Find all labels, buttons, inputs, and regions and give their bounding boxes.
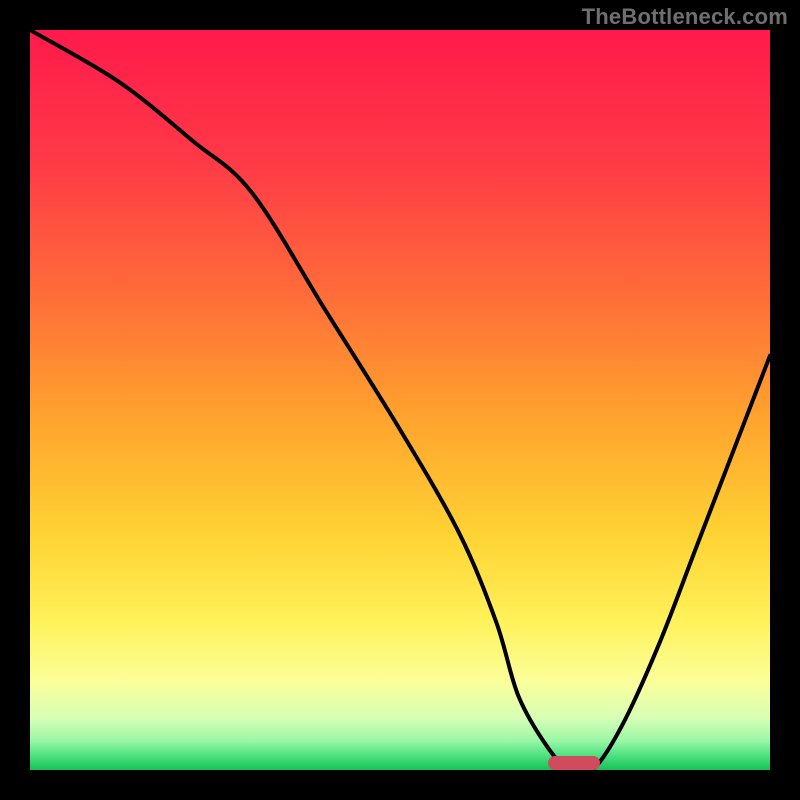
optimal-marker [548,756,600,770]
chart-frame: TheBottleneck.com [0,0,800,800]
bottleneck-curve [30,30,770,770]
plot-area [30,30,770,770]
attribution-text: TheBottleneck.com [582,4,788,30]
